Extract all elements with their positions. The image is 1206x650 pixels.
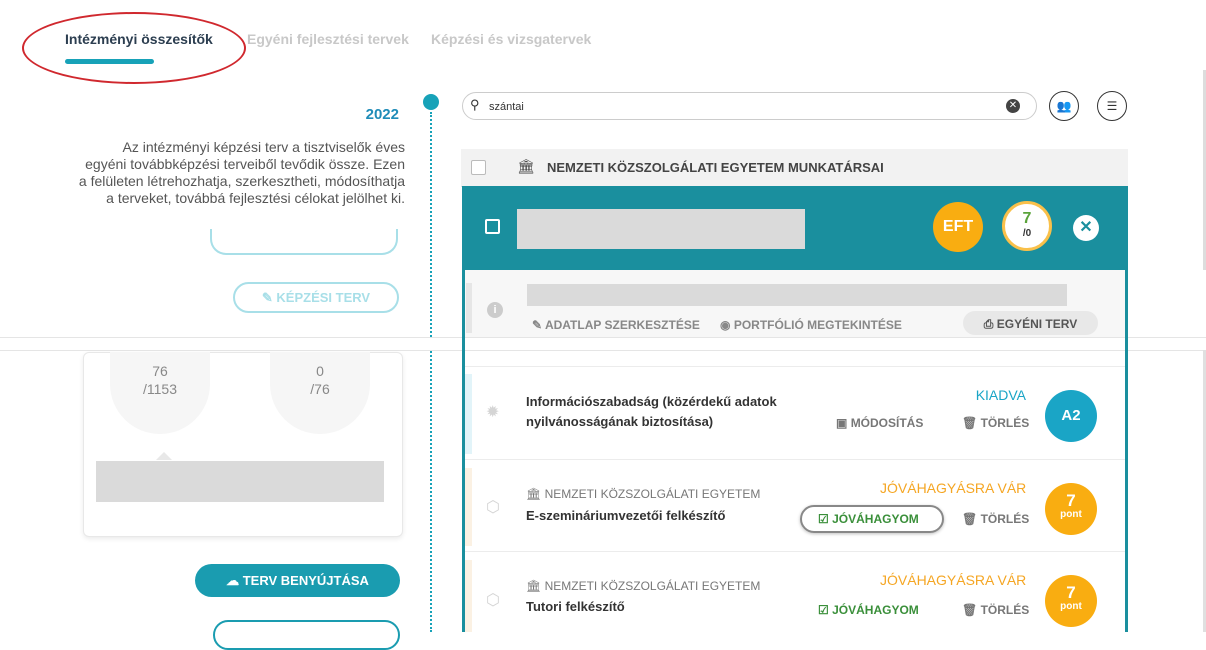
course-3-strip	[465, 560, 472, 632]
course-2-org: 🏛 NEMZETI KÖZSZOLGÁLATI EGYETEM	[526, 487, 760, 501]
calendar-check-icon: ☑	[818, 603, 829, 617]
cube-icon: ⬡	[486, 592, 500, 609]
institution-icon: 🏛	[526, 579, 542, 593]
course-2-points-unit: pont	[1060, 509, 1082, 520]
tooltip-arrow	[156, 452, 172, 460]
points-total: /0	[1022, 228, 1032, 239]
person-checkbox[interactable]	[485, 219, 500, 234]
course-2-delete-label: TÖRLÉS	[980, 512, 1030, 526]
tab-egyeni-fejlesztesi-tervek[interactable]: Egyéni fejlesztési tervek	[247, 31, 409, 47]
modositas-label: MÓDOSÍTÁS	[850, 416, 924, 430]
course-2-points-badge: 7 pont	[1045, 483, 1097, 535]
terv-benyujtasa-button[interactable]: ☁ TERV BENYÚJTÁSA	[195, 564, 400, 597]
portfolio-label: PORTFÓLIÓ MEGTEKINTÉSE	[733, 318, 902, 332]
search-input[interactable]	[487, 97, 991, 117]
trash-icon: 🗑	[962, 416, 978, 430]
year-label: 2022	[365, 106, 399, 123]
trash-icon: 🗑	[962, 603, 978, 617]
course-2-approve-button[interactable]: ☑ JÓVÁHAGYOM	[818, 512, 919, 526]
course-3-approve-button[interactable]: ☑ JÓVÁHAGYOM	[818, 603, 919, 617]
org-checkbox[interactable]	[471, 160, 486, 175]
print-icon: ⎙	[983, 317, 994, 331]
points-badge: 7 /0	[1002, 201, 1052, 251]
egyeni-label: EGYÉNI TERV	[996, 317, 1078, 331]
kepzesi-terv-button[interactable]: ✎ KÉPZÉSI TERV	[233, 282, 399, 313]
search-bar[interactable]: ⚲ ✕	[462, 92, 1037, 120]
faded-pill-button[interactable]	[210, 229, 398, 255]
stat-2-total: /76	[310, 381, 330, 397]
course-2-points: 7	[1066, 491, 1076, 510]
course-1-title: Információszabadság (közérdekű adatok ny…	[526, 394, 777, 429]
timeline-line	[430, 112, 432, 632]
stat-1-value: 76	[152, 363, 168, 379]
course-3-delete-link[interactable]: 🗑 TÖRLÉS	[962, 603, 1029, 617]
adatlap-szerkesztese-link[interactable]: ✎ ADATLAP SZERKESZTÉSE	[532, 318, 700, 332]
org-title: NEMZETI KÖZSZOLGÁLATI EGYETEM MUNKATÁRSA…	[547, 160, 884, 175]
redacted-info	[527, 284, 1067, 306]
eye-icon: ◉	[720, 318, 731, 332]
submit-label: TERV BENYÚJTÁSA	[242, 573, 369, 588]
course-2-org-label: NEMZETI KÖZSZOLGÁLATI EGYETEM	[544, 487, 761, 501]
course-2-strip	[465, 468, 472, 546]
course-3-points-unit: pont	[1060, 601, 1082, 612]
users-icon: 👥	[1056, 99, 1072, 113]
sliders-icon: ☰	[1106, 99, 1118, 113]
eft-badge: EFT	[933, 202, 983, 252]
course-1-delete-link[interactable]: 🗑 TÖRLÉS	[962, 416, 1029, 430]
trash-icon: 🗑	[962, 512, 978, 526]
course-1-status: KIADVA	[975, 387, 1026, 403]
clear-search-icon[interactable]: ✕	[1006, 99, 1020, 113]
course-2-status: JÓVÁHAGYÁSRA VÁR	[880, 480, 1027, 496]
tab-kepzesi-es-vizsgatervek[interactable]: Képzési és vizsgatervek	[431, 31, 591, 47]
stat-2-value: 0	[316, 363, 324, 379]
gear-icon: ✹	[486, 404, 500, 421]
edit-icon: ✎	[532, 318, 543, 332]
course-3-points: 7	[1066, 583, 1076, 602]
info-icon: i	[487, 302, 503, 318]
course-2-approve-label: JÓVÁHAGYOM	[832, 512, 919, 526]
course-1-strip	[465, 374, 472, 454]
close-icon[interactable]: ✕	[1073, 215, 1099, 241]
egyeni-terv-button[interactable]: ⎙ EGYÉNI TERV	[963, 311, 1098, 335]
course-3-approve-label: JÓVÁHAGYOM	[832, 603, 919, 617]
course-2-title: E-szemináriumvezetői felkészítő	[526, 508, 726, 523]
bottom-outline-button[interactable]	[213, 620, 400, 650]
course-3-delete-label: TÖRLÉS	[980, 603, 1030, 617]
course-2-delete-link[interactable]: 🗑 TÖRLÉS	[962, 512, 1029, 526]
filter-settings-button[interactable]: ☰	[1097, 91, 1127, 121]
calendar-check-icon: ☑	[818, 512, 829, 526]
course-3-points-badge: 7 pont	[1045, 575, 1097, 627]
level-badge: A2	[1045, 390, 1097, 442]
timeline-dot	[423, 94, 439, 110]
redacted-block	[96, 461, 384, 502]
description-text: Az intézményi képzési terv a tisztviselő…	[78, 139, 405, 206]
institution-icon: 🏛	[526, 487, 542, 501]
portfolio-link[interactable]: ◉ PORTFÓLIÓ MEGTEKINTÉSE	[720, 318, 902, 332]
course-3-org: 🏛 NEMZETI KÖZSZOLGÁLATI EGYETEM	[526, 579, 760, 593]
course-3-org-label: NEMZETI KÖZSZOLGÁLATI EGYETEM	[544, 579, 761, 593]
cube-icon: ⬡	[486, 499, 500, 516]
points-value: 7	[1022, 210, 1032, 227]
group-users-button[interactable]: 👥	[1049, 91, 1079, 121]
info-strip	[466, 283, 472, 333]
adatlap-label: ADATLAP SZERKESZTÉSE	[544, 318, 700, 332]
institution-icon: 🏛	[517, 158, 535, 174]
course-1-delete-label: TÖRLÉS	[980, 416, 1030, 430]
search-icon: ⚲	[470, 97, 480, 112]
course-3-title: Tutori felkészítő	[526, 599, 625, 614]
modositas-link[interactable]: ▣ MÓDOSÍTÁS	[836, 416, 923, 430]
edit-square-icon: ▣	[836, 416, 848, 430]
course-3-status: JÓVÁHAGYÁSRA VÁR	[880, 572, 1027, 588]
redacted-name	[517, 209, 805, 249]
annotation-ellipse	[22, 12, 246, 84]
stat-1-total: /1153	[143, 381, 177, 397]
cloud-upload-icon: ☁	[226, 573, 240, 588]
